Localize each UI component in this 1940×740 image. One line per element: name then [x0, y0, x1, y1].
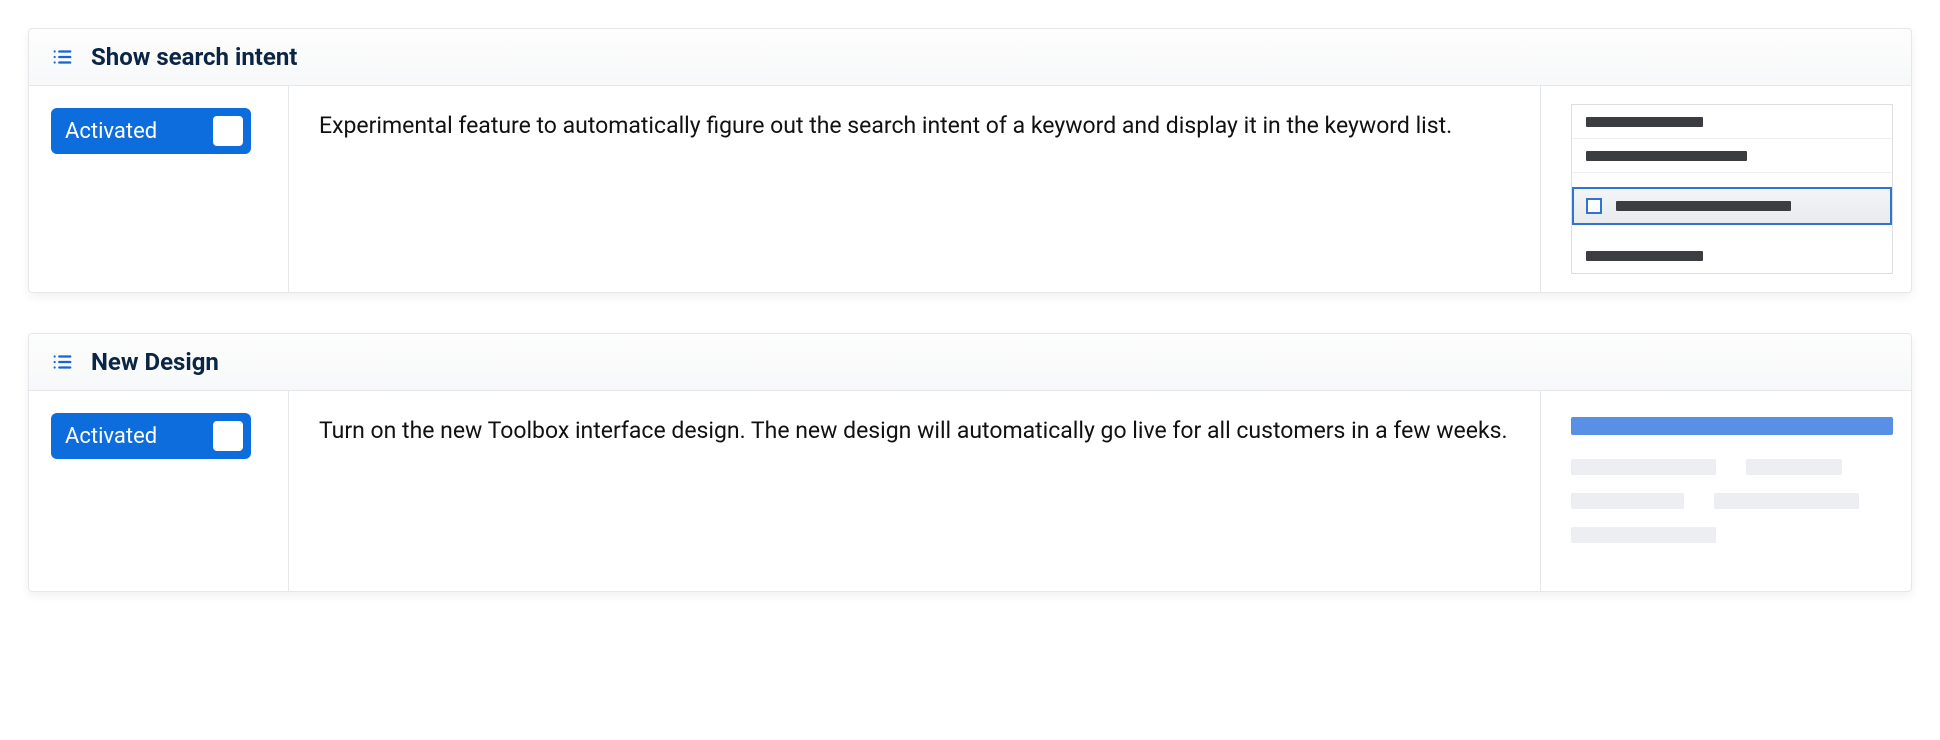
card-header: Show search intent	[29, 29, 1911, 86]
toggle-knob	[213, 116, 243, 146]
toggle-knob	[213, 421, 243, 451]
preview-content-skeleton	[1571, 409, 1893, 561]
feature-card-new-design: New Design Activated Turn on the new Too…	[28, 333, 1912, 592]
toggle-cell: Activated	[29, 391, 289, 591]
card-title: New Design	[91, 348, 219, 376]
list-icon	[51, 351, 73, 373]
preview-list-skeleton	[1571, 104, 1893, 274]
toggle-cell: Activated	[29, 86, 289, 292]
card-header: New Design	[29, 334, 1911, 391]
list-icon	[51, 46, 73, 68]
preview	[1541, 86, 1911, 292]
card-title: Show search intent	[91, 43, 297, 71]
toggle-new-design[interactable]: Activated	[51, 413, 251, 459]
feature-card-search-intent: Show search intent Activated Experimenta…	[28, 28, 1912, 293]
description: Experimental feature to automatically fi…	[289, 86, 1541, 292]
toggle-label: Activated	[65, 119, 157, 144]
card-body: Activated Turn on the new Toolbox interf…	[29, 391, 1911, 591]
toggle-label: Activated	[65, 424, 157, 449]
description: Turn on the new Toolbox interface design…	[289, 391, 1541, 591]
card-body: Activated Experimental feature to automa…	[29, 86, 1911, 292]
preview	[1541, 391, 1911, 591]
toggle-search-intent[interactable]: Activated	[51, 108, 251, 154]
